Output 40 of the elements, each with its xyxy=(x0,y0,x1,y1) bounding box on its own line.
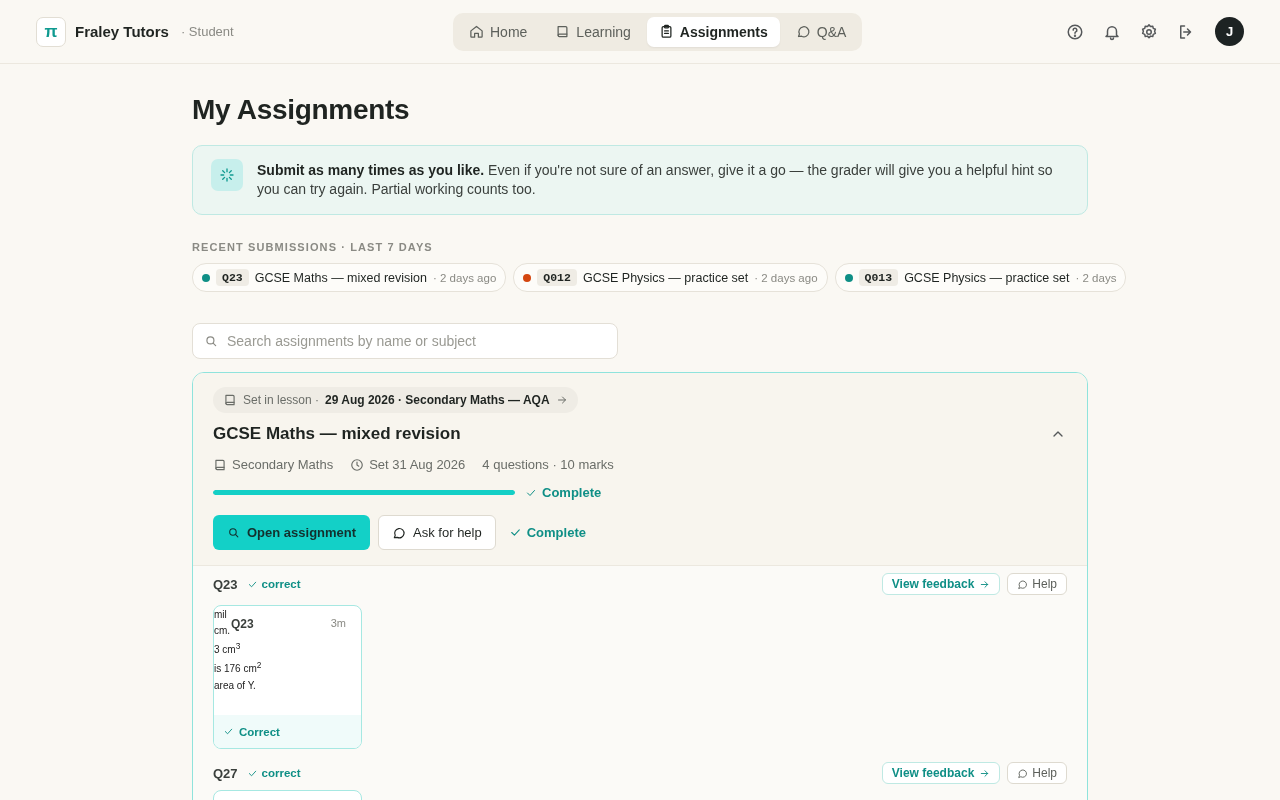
scan-text: 3 cm$^{3}$ xyxy=(214,641,241,656)
lesson-link[interactable]: Set in lesson · 29 Aug 2026 · Secondary Maths — AQA xyxy=(213,387,578,413)
help-button[interactable]: Help xyxy=(1007,762,1067,784)
subject-label: Secondary Maths xyxy=(213,457,334,472)
scan-text: is 176 cm$^{2}$ xyxy=(214,660,262,675)
submission-chip[interactable]: Q012 GCSE Physics — practice set · 2 days ago xyxy=(513,263,828,292)
nav-tab[interactable]: Assignments xyxy=(646,16,780,47)
avatar[interactable]: J xyxy=(1215,17,1244,46)
thumbnail-code: Q23 xyxy=(231,617,254,631)
time-label: 3m xyxy=(330,617,346,629)
submission-chip[interactable]: Q23 GCSE Maths — mixed revision · 2 days ago xyxy=(192,263,507,292)
set-date: Set 31 Aug 2026 xyxy=(350,457,466,472)
banner-text: Submit as many times as you like. Even if you're not sure of an answer, give it a go — the grader will give you a helpful hint so you can try again. Partial working counts too. xyxy=(257,161,1054,199)
search-field[interactable]: Search assignments by name or subject xyxy=(192,323,618,359)
result-label: correct xyxy=(246,767,301,779)
submission-chip[interactable]: Q013 GCSE Physics — practice set · 2 days xyxy=(834,263,1127,292)
scan-text: mil xyxy=(214,609,227,620)
question-code: Q27 xyxy=(213,765,238,781)
assignment-title: GCSE Maths — mixed revision xyxy=(213,424,461,444)
progress-status: Complete xyxy=(525,485,602,500)
nav-tab[interactable]: Home xyxy=(457,16,540,47)
view-feedback-button[interactable]: View feedback xyxy=(881,762,1001,784)
ask-help-button[interactable]: Ask for help xyxy=(378,515,496,550)
section-heading: RECENT SUBMISSIONS · LAST 7 DAYS xyxy=(192,241,434,253)
question-count: 4 questions · 10 marks xyxy=(482,457,614,472)
view-feedback-button[interactable]: View feedback xyxy=(881,573,1001,595)
question-code: Q23 xyxy=(213,576,238,592)
scan-text: area of Y. xyxy=(214,679,256,691)
open-assignment-button[interactable]: Open assignment xyxy=(213,515,371,550)
scan-text: cm. xyxy=(214,625,231,636)
logo: π xyxy=(36,16,66,47)
completion-status: Complete xyxy=(508,525,586,540)
nav-tab[interactable]: Learning xyxy=(543,16,643,47)
app-name: Fraley Tutors xyxy=(75,23,169,40)
page-title: My Assignments xyxy=(192,94,411,126)
help-button[interactable]: Help xyxy=(1007,573,1067,595)
result-status: Correct xyxy=(223,725,280,738)
role-label: · Student xyxy=(180,24,234,39)
nav-tab[interactable]: Q&A xyxy=(783,16,859,47)
result-label: correct xyxy=(246,578,301,590)
